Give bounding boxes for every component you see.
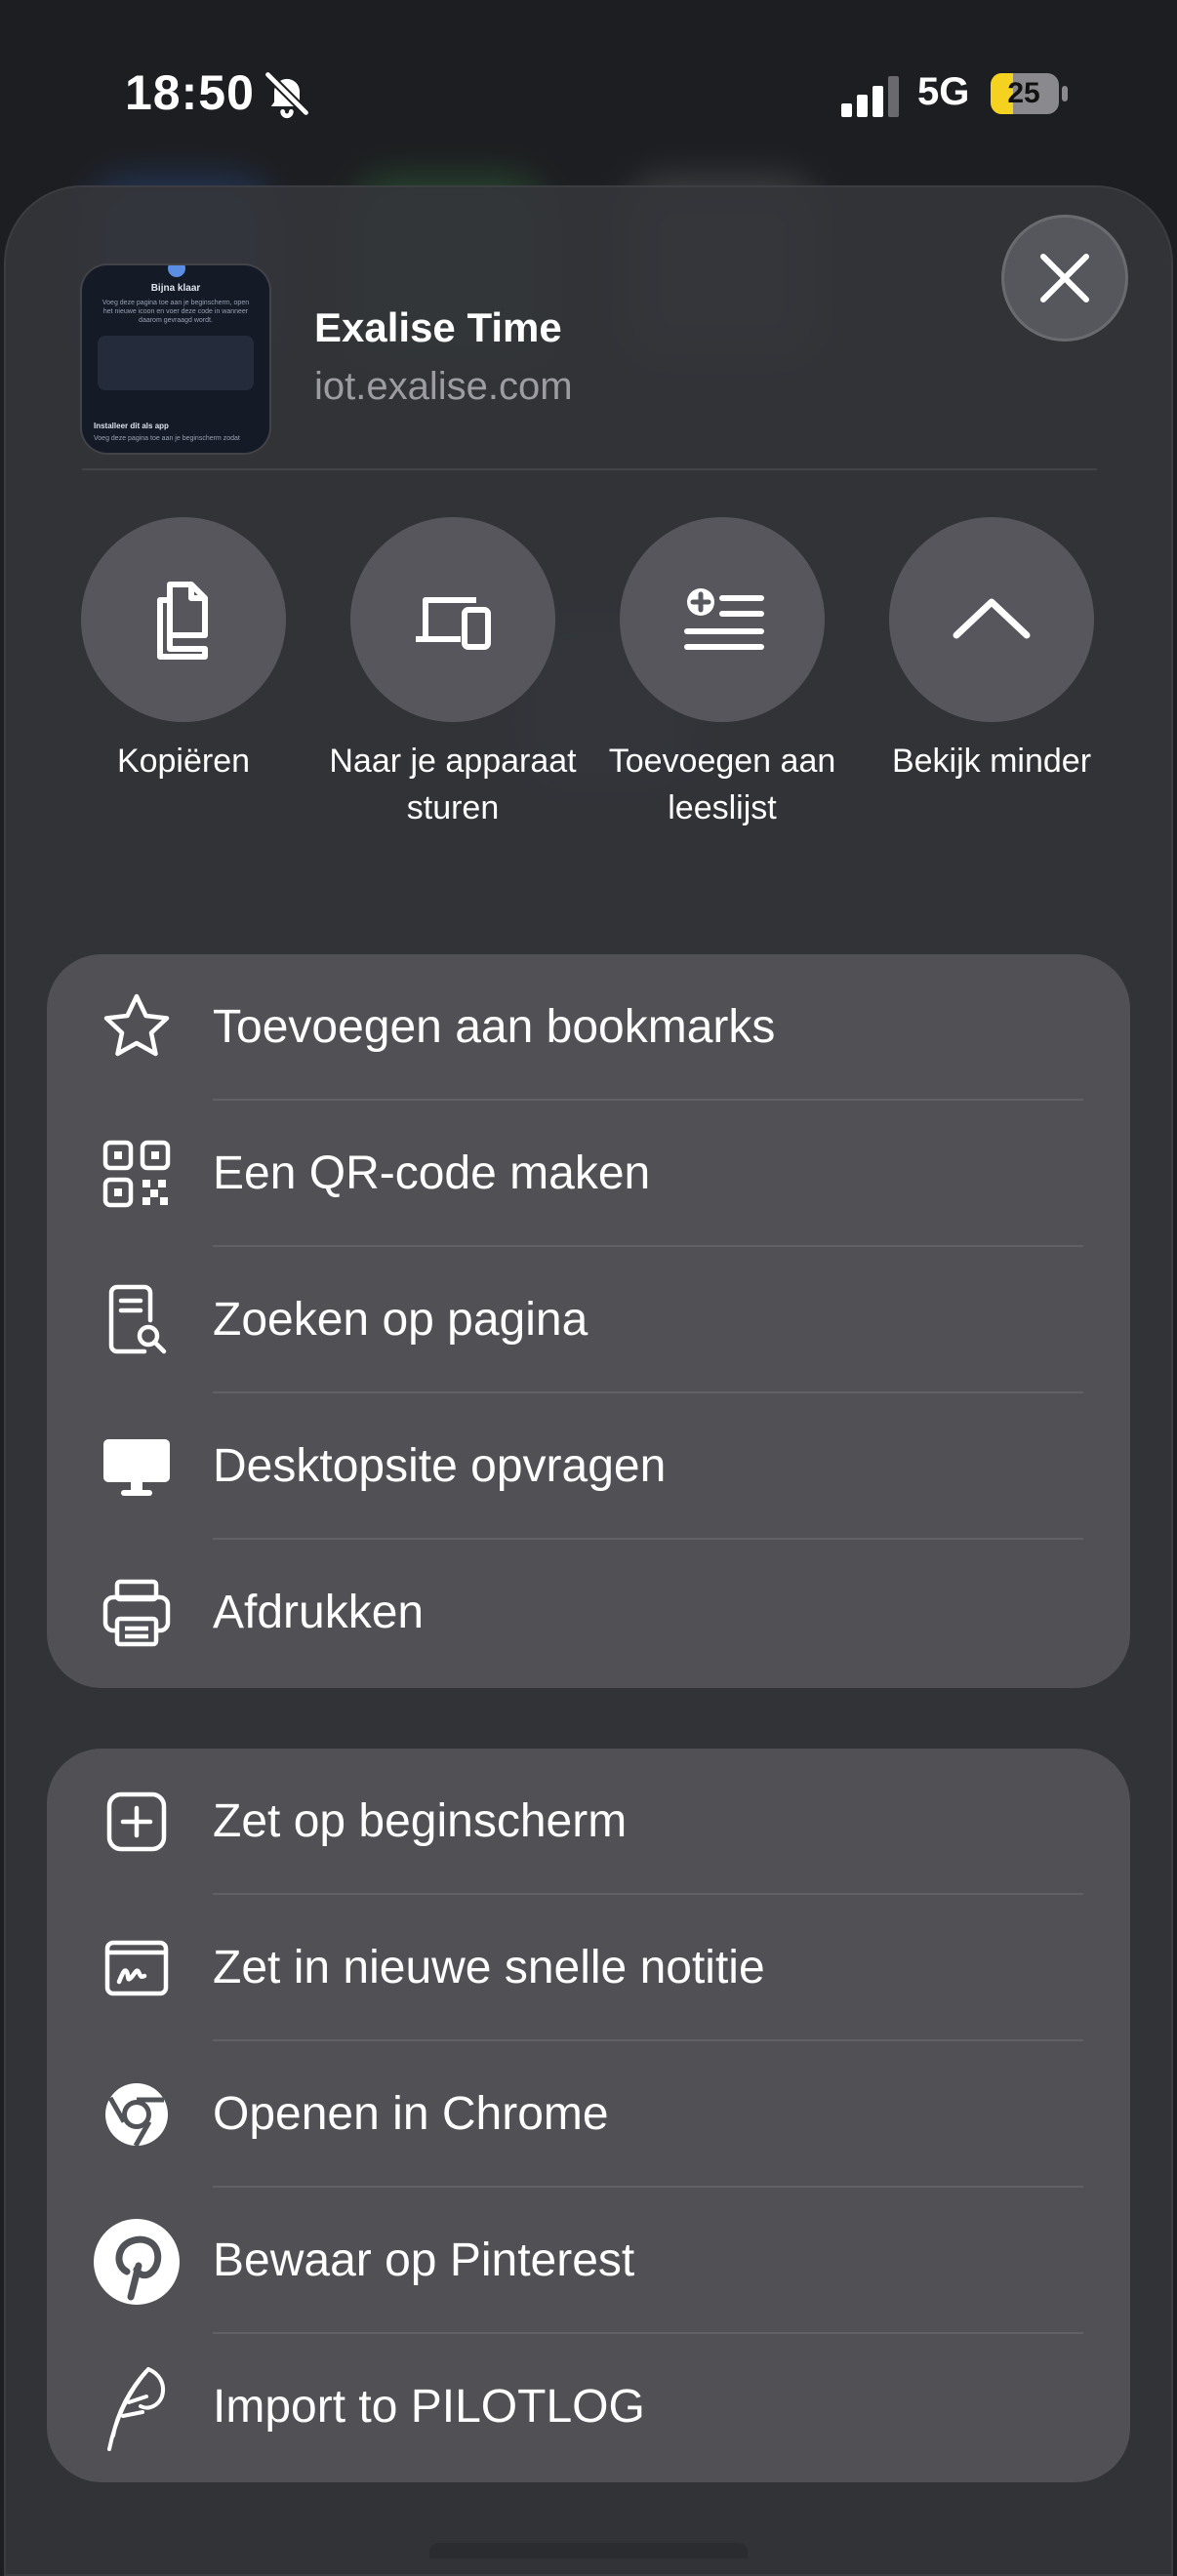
thumbnail-text: Voeg deze pagina toe aan je beginscherm,… <box>101 300 250 324</box>
signal-icon <box>841 76 899 117</box>
menu-item-quick-note[interactable]: Zet in nieuwe snelle notitie <box>47 1895 1130 2041</box>
menu-item-label: Zet op beginscherm <box>213 1795 628 1847</box>
action-label: Kopiëren <box>116 743 251 780</box>
bell-slash-icon <box>264 70 310 119</box>
menu-item-label: Desktopsite opvragen <box>213 1440 667 1492</box>
action-copy[interactable]: Kopiëren <box>57 517 310 785</box>
copy-icon <box>157 582 208 660</box>
desktop-icon <box>103 1439 170 1496</box>
thumbnail-section-title: Installeer dit als app <box>94 422 169 430</box>
chevron-up-icon <box>953 598 1031 639</box>
page-thumbnail: Bijna klaar Voeg deze pagina toe aan je … <box>82 265 269 453</box>
thumbnail-dot <box>168 265 185 277</box>
menu-item-pilotlog[interactable]: Import to PILOTLOG <box>47 2334 1130 2480</box>
chrome-icon <box>105 2083 168 2148</box>
menu-item-label: Openen in Chrome <box>213 2088 609 2140</box>
menu-item-label: Een QR-code maken <box>213 1147 651 1199</box>
star-icon <box>103 993 170 1057</box>
menu-item-bookmark[interactable]: Toevoegen aan bookmarks <box>47 954 1130 1101</box>
home-indicator <box>429 2543 748 2558</box>
site-title: Exalise Time <box>314 304 562 350</box>
thumbnail-code-box <box>98 336 254 390</box>
menu-item-qr-code[interactable]: Een QR-code maken <box>47 1101 1130 1247</box>
status-time: 18:50 <box>125 65 255 120</box>
menu-item-label: Zet in nieuwe snelle notitie <box>213 1942 765 1993</box>
battery-level: 25 <box>1007 77 1040 109</box>
menu-item-label: Afdrukken <box>213 1587 425 1638</box>
action-show-less[interactable]: Bekijk minder <box>865 517 1118 785</box>
menu-item-find-on-page[interactable]: Zoeken op pagina <box>47 1247 1130 1393</box>
reading-list-add-icon <box>684 588 764 650</box>
close-icon <box>1040 254 1089 302</box>
action-send-to-device[interactable]: Naar je apparaat sturen <box>326 517 580 831</box>
site-url: iot.exalise.com <box>314 365 573 408</box>
network-type: 5G <box>917 70 970 113</box>
close-button[interactable] <box>1001 215 1128 342</box>
quick-note-icon <box>104 1940 169 1996</box>
menu-item-add-to-home[interactable]: Zet op beginscherm <box>47 1749 1130 1895</box>
thumbnail-section-text: Voeg deze pagina toe aan je beginscherm … <box>94 435 240 442</box>
devices-icon <box>416 597 491 650</box>
status-bar: 18:50 5G 25 <box>0 0 1177 185</box>
qr-code-icon <box>102 1140 171 1208</box>
menu-group-page: Toevoegen aan bookmarks Een QR-code make… <box>47 954 1130 1688</box>
add-to-home-icon <box>106 1791 167 1852</box>
menu-item-label: Zoeken op pagina <box>213 1294 588 1346</box>
header-divider <box>82 468 1097 470</box>
pilotlog-icon <box>107 2367 165 2451</box>
printer-icon <box>102 1579 171 1647</box>
thumbnail-title: Bijna klaar <box>150 283 201 294</box>
menu-item-desktop-site[interactable]: Desktopsite opvragen <box>47 1393 1130 1540</box>
menu-group-apps: Zet op beginscherm Zet in nieuwe snelle … <box>47 1749 1130 2482</box>
pinterest-icon <box>94 2219 180 2305</box>
action-label: Naar je apparaat sturen <box>329 743 577 826</box>
menu-item-print[interactable]: Afdrukken <box>47 1540 1130 1686</box>
action-label: Bekijk minder <box>891 743 1092 780</box>
menu-item-label: Toevoegen aan bookmarks <box>213 1001 776 1053</box>
find-in-page-icon <box>108 1284 167 1354</box>
menu-item-pinterest[interactable]: Bewaar op Pinterest <box>47 2188 1130 2334</box>
action-label: Toevoegen aan leeslijst <box>608 743 836 826</box>
menu-item-label: Bewaar op Pinterest <box>213 2234 635 2286</box>
action-reading-list[interactable]: Toevoegen aan leeslijst <box>595 517 849 831</box>
menu-item-open-in-chrome[interactable]: Openen in Chrome <box>47 2041 1130 2188</box>
menu-item-label: Import to PILOTLOG <box>213 2381 645 2433</box>
